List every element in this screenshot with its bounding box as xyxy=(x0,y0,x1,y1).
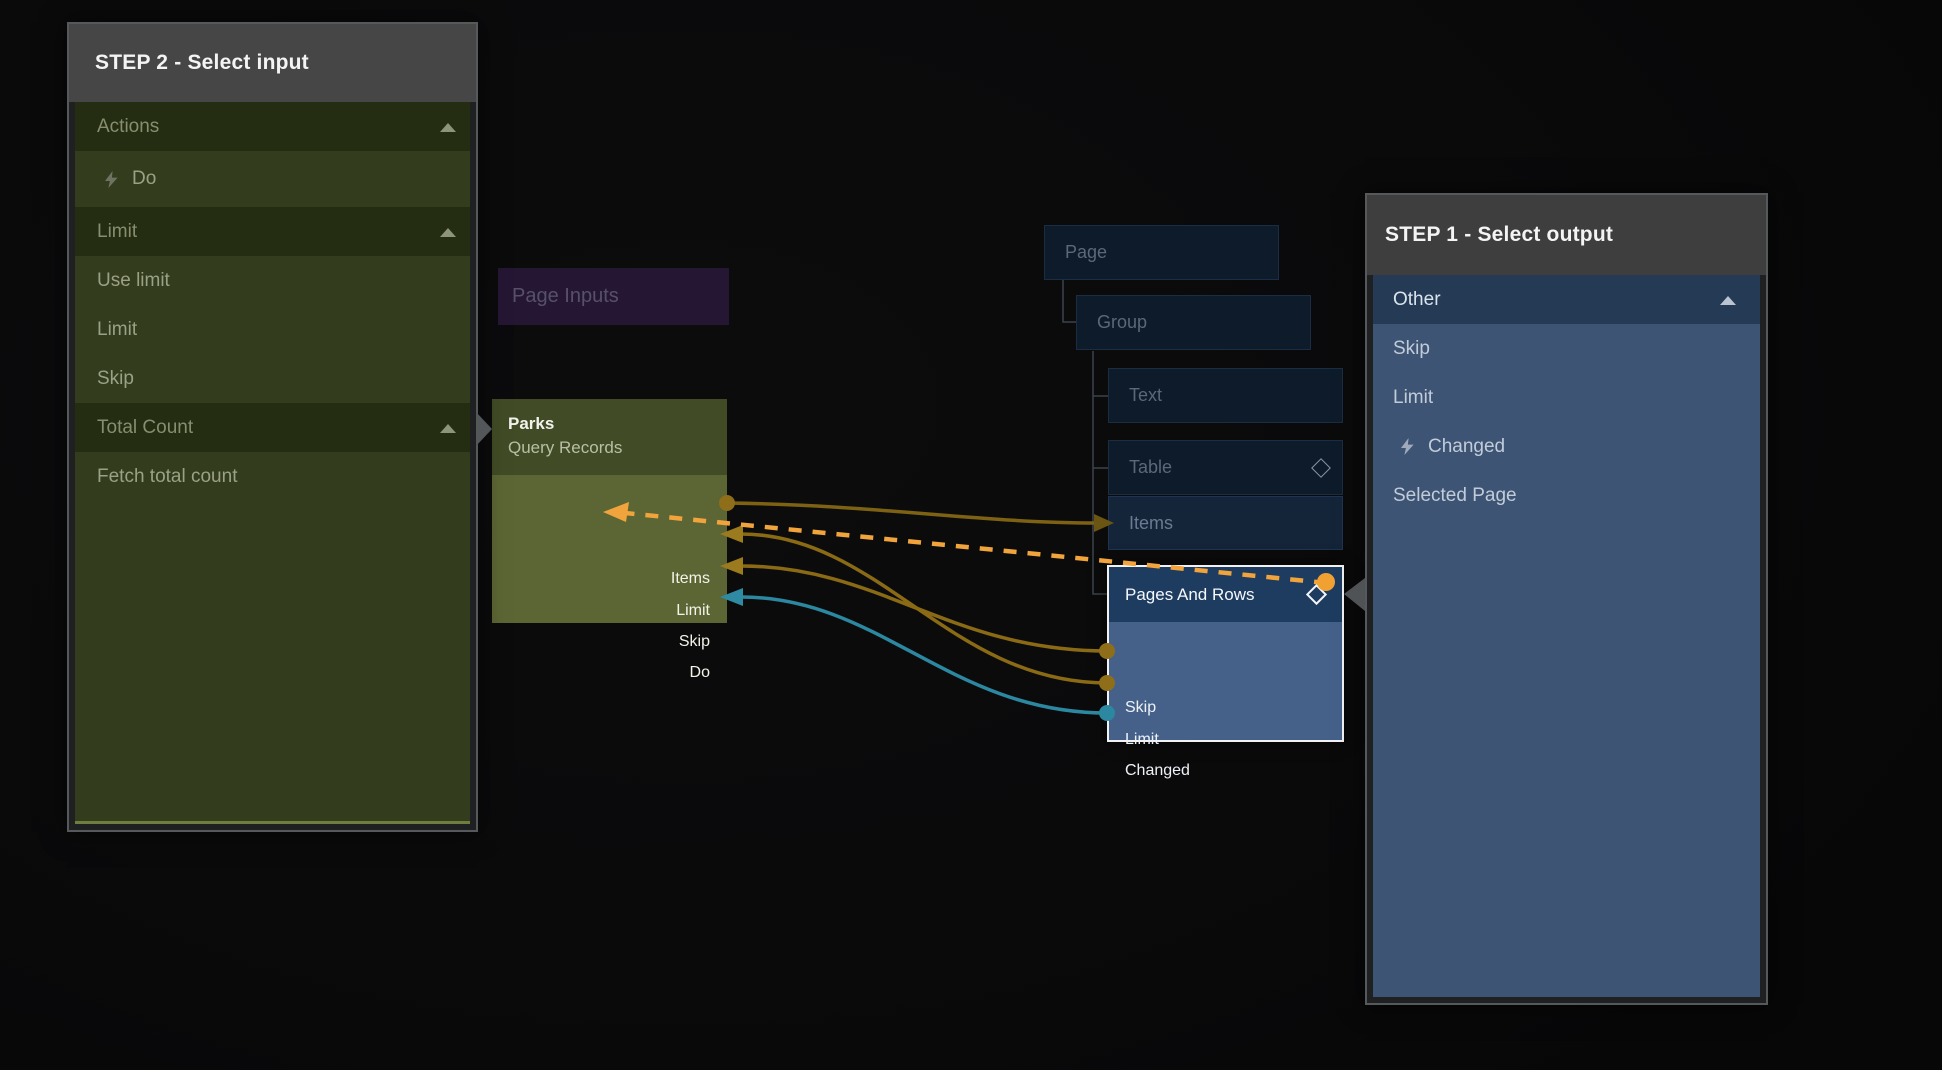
select-input-panel-title: STEP 2 - Select input xyxy=(69,24,476,102)
input-item-use-limit[interactable]: Use limit xyxy=(75,256,470,305)
wire-limit[interactable] xyxy=(741,534,1107,683)
parks-query-node[interactable]: Parks Query Records Items Limit Skip Do xyxy=(492,399,727,623)
output-section-other[interactable]: Other xyxy=(1373,275,1760,324)
parks-port-do[interactable]: Do xyxy=(690,663,710,683)
par-port-changed[interactable]: Changed xyxy=(1125,761,1190,781)
diamond-icon xyxy=(1306,584,1327,605)
wire-changed[interactable] xyxy=(741,597,1107,713)
parks-node-subtitle: Query Records xyxy=(508,436,727,460)
pages-and-rows-header[interactable]: Pages And Rows xyxy=(1109,567,1342,622)
par-port-limit[interactable]: Limit xyxy=(1125,730,1159,750)
wire-skip[interactable] xyxy=(741,566,1107,651)
tree-node-page[interactable]: Page xyxy=(1044,225,1279,280)
input-item-skip[interactable]: Skip xyxy=(75,354,470,403)
pages-and-rows-body: Skip Limit Changed xyxy=(1109,622,1342,740)
output-item-changed[interactable]: Changed xyxy=(1373,422,1760,471)
page-inputs-node[interactable]: Page Inputs xyxy=(498,268,729,325)
tree-node-group[interactable]: Group xyxy=(1076,295,1311,350)
chevron-up-icon[interactable] xyxy=(1720,296,1736,305)
lightning-icon xyxy=(1401,438,1414,455)
wire-items[interactable] xyxy=(727,503,1096,523)
parks-port-skip[interactable]: Skip xyxy=(679,632,710,652)
input-section-total-count[interactable]: Total Count xyxy=(75,403,470,452)
parks-port-items[interactable]: Items xyxy=(671,569,710,589)
right-panel-pointer-icon xyxy=(1344,578,1365,611)
output-item-skip[interactable]: Skip xyxy=(1373,324,1760,373)
input-item-limit[interactable]: Limit xyxy=(75,305,470,354)
parks-node-title: Parks xyxy=(508,412,727,436)
parks-node-body: Items Limit Skip Do xyxy=(492,475,727,623)
select-output-panel: STEP 1 - Select output Other Skip Limit … xyxy=(1365,193,1768,1005)
select-output-list: Other Skip Limit Changed Selected Page xyxy=(1373,275,1760,997)
input-section-limit[interactable]: Limit xyxy=(75,207,470,256)
select-output-panel-title: STEP 1 - Select output xyxy=(1367,195,1766,275)
left-panel-pointer-icon xyxy=(476,412,492,446)
parks-node-header: Parks Query Records xyxy=(492,399,727,475)
output-list-empty-area xyxy=(1373,520,1760,997)
select-input-list: Actions Do Limit Use limit Limit Skip To… xyxy=(75,102,470,824)
chevron-up-icon[interactable] xyxy=(440,123,456,132)
tree-node-table[interactable]: Table xyxy=(1108,440,1343,495)
lightning-icon xyxy=(105,171,118,188)
input-section-actions[interactable]: Actions xyxy=(75,102,470,151)
pages-and-rows-node[interactable]: Pages And Rows Skip Limit Changed xyxy=(1107,565,1344,742)
output-item-limit[interactable]: Limit xyxy=(1373,373,1760,422)
tree-node-text[interactable]: Text xyxy=(1108,368,1343,423)
input-list-empty-area xyxy=(75,501,470,821)
select-input-panel: STEP 2 - Select input Actions Do Limit U… xyxy=(67,22,478,832)
input-item-fetch-total-count[interactable]: Fetch total count xyxy=(75,452,470,501)
input-item-do[interactable]: Do xyxy=(75,151,470,207)
diamond-icon xyxy=(1311,458,1331,478)
par-port-skip[interactable]: Skip xyxy=(1125,698,1156,718)
tree-node-items[interactable]: Items xyxy=(1108,496,1343,550)
chevron-up-icon[interactable] xyxy=(440,228,456,237)
chevron-up-icon[interactable] xyxy=(440,424,456,433)
parks-port-limit[interactable]: Limit xyxy=(676,601,710,621)
output-item-selected-page[interactable]: Selected Page xyxy=(1373,471,1760,520)
